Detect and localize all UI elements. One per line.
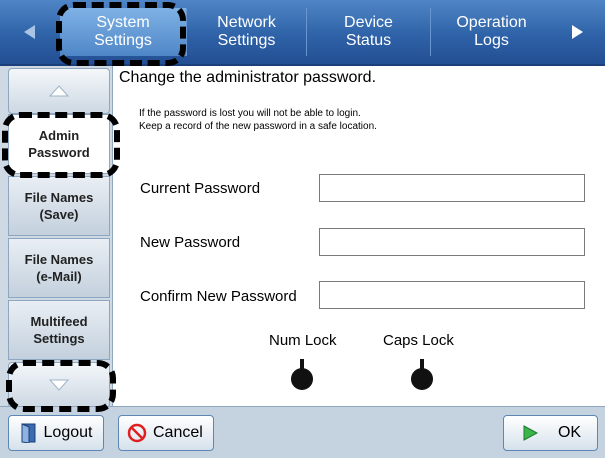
tab-scroll-right-button[interactable] [555,8,599,56]
new-password-label: New Password [140,234,241,251]
sidebar-item-label-line2: Password [28,145,90,160]
tab-label-line2: Logs [474,32,509,49]
ok-label: OK [557,424,582,441]
tab-label-line2: Settings [217,32,276,49]
tab-operation-logs[interactable]: Operation Logs [430,8,552,56]
num-lock-label: Num Lock [269,332,337,349]
confirm-password-label: Confirm New Password [140,288,297,305]
triangle-right-icon [572,25,583,39]
confirm-password-input[interactable] [319,281,585,309]
logout-door-icon [21,423,36,443]
tab-label-line1: System [96,14,150,31]
caps-lock-label: Caps Lock [383,332,454,349]
current-password-label: Current Password [140,180,261,197]
tab-network-settings[interactable]: Network Settings [186,8,306,56]
sidebar-item-label-line2: (e-Mail) [36,269,82,284]
tab-label-line2: Settings [94,32,152,49]
tab-scroll-left-button[interactable] [8,8,52,56]
sidebar-item-label-line2: Settings [33,331,85,346]
logout-button[interactable]: Logout [8,415,104,451]
tab-label-line1: Device [344,14,393,31]
tab-device-status[interactable]: Device Status [306,8,430,56]
new-password-input[interactable] [319,228,585,256]
sidebar-scroll-up-button[interactable] [8,68,110,114]
bottom-bar: Logout Cancel OK [0,406,605,458]
triangle-left-icon [24,25,35,39]
sidebar: Admin Password File Names (Save) File Na… [0,66,112,408]
sidebar-scroll-down-button[interactable] [8,362,110,408]
logout-label: Logout [43,424,93,441]
sidebar-item-admin-password[interactable]: Admin Password [8,114,110,174]
sidebar-item-label-line1: Multifeed [30,314,88,329]
top-tab-bar: System Settings Network Settings Device … [0,0,605,66]
notice-line-2: Keep a record of the new password in a s… [139,121,377,132]
sidebar-item-label-line1: File Names [24,252,94,267]
cancel-button[interactable]: Cancel [118,415,214,451]
sidebar-item-file-names-email[interactable]: File Names (e-Mail) [8,238,110,298]
current-password-input[interactable] [319,174,585,202]
cancel-label: Cancel [153,424,203,441]
play-triangle-icon [523,425,538,441]
num-lock-indicator-icon [291,359,313,390]
ok-button[interactable]: OK [503,415,598,451]
sidebar-item-label-line1: File Names [24,190,94,205]
notice-line-1: If the password is lost you will not be … [139,108,361,119]
sidebar-item-label-line1: Admin [38,128,80,143]
tab-label-line1: Operation [456,14,527,31]
tab-label-line1: Network [217,14,276,31]
triangle-up-icon [48,85,70,97]
sidebar-item-file-names-save[interactable]: File Names (Save) [8,176,110,236]
caps-lock-indicator-icon [411,359,433,390]
cancel-circle-icon [127,423,147,443]
main-panel: Change the administrator password. If th… [112,66,605,406]
page-title: Change the administrator password. [119,69,377,86]
sidebar-item-multifeed-settings[interactable]: Multifeed Settings [8,300,110,360]
sidebar-item-label-line2: (Save) [39,207,79,222]
triangle-down-icon [48,379,70,391]
tab-system-settings[interactable]: System Settings [60,8,186,56]
tab-label-line2: Status [345,32,392,49]
